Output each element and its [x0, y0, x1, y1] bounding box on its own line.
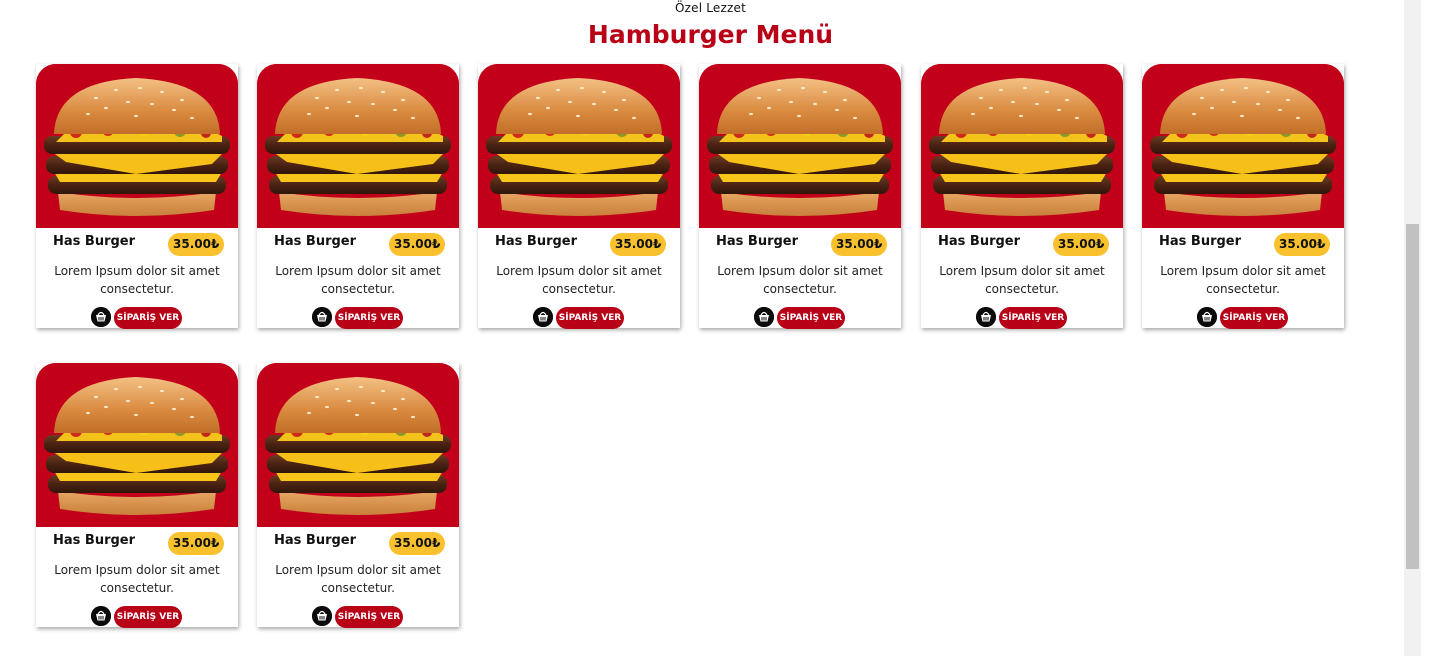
order-button[interactable]: SİPARİŞ VER: [1220, 307, 1288, 329]
burger-image: [921, 64, 1123, 228]
menu-card: Has Burger 35.00₺ Lorem Ipsum dolor sit …: [1142, 64, 1344, 329]
product-description: Lorem Ipsum dolor sit amet consectetur.: [717, 264, 883, 296]
burger-image: [478, 64, 680, 228]
scrollbar-thumb[interactable]: [1406, 224, 1419, 569]
basket-icon[interactable]: [91, 606, 111, 626]
product-description: Lorem Ipsum dolor sit amet consectetur.: [1160, 264, 1326, 296]
menu-card: Has Burger 35.00₺ Lorem Ipsum dolor sit …: [478, 64, 680, 329]
product-description: Lorem Ipsum dolor sit amet consectetur.: [939, 264, 1105, 296]
product-description: Lorem Ipsum dolor sit amet consectetur.: [275, 563, 441, 595]
price-badge: 35.00₺: [168, 233, 225, 256]
page: Özel Lezzet Hamburger Menü Has Burger 35…: [0, 0, 1421, 656]
product-name: Has Burger: [53, 533, 136, 548]
price-badge: 35.00₺: [610, 233, 667, 256]
menu-card: Has Burger 35.00₺ Lorem Ipsum dolor sit …: [921, 64, 1123, 329]
product-name: Has Burger: [274, 533, 357, 548]
price-badge: 35.00₺: [389, 233, 446, 256]
menu-card: Has Burger 35.00₺ Lorem Ipsum dolor sit …: [36, 64, 238, 329]
product-description: Lorem Ipsum dolor sit amet consectetur.: [496, 264, 662, 296]
basket-icon[interactable]: [312, 606, 332, 626]
burger-image: [257, 64, 459, 228]
product-name: Has Burger: [716, 234, 799, 249]
menu-card: Has Burger 35.00₺ Lorem Ipsum dolor sit …: [699, 64, 901, 329]
order-button[interactable]: SİPARİŞ VER: [335, 307, 403, 329]
product-name: Has Burger: [1159, 234, 1242, 249]
product-description: Lorem Ipsum dolor sit amet consectetur.: [275, 264, 441, 296]
price-badge: 35.00₺: [168, 532, 225, 555]
price-badge: 35.00₺: [831, 233, 888, 256]
product-name: Has Burger: [274, 234, 357, 249]
menu-card: Has Burger 35.00₺ Lorem Ipsum dolor sit …: [36, 363, 238, 628]
order-button[interactable]: SİPARİŞ VER: [556, 307, 624, 329]
order-button[interactable]: SİPARİŞ VER: [114, 606, 182, 628]
order-button[interactable]: SİPARİŞ VER: [999, 307, 1067, 329]
product-description: Lorem Ipsum dolor sit amet consectetur.: [54, 264, 220, 296]
basket-icon[interactable]: [754, 307, 774, 327]
menu-card: Has Burger 35.00₺ Lorem Ipsum dolor sit …: [257, 64, 459, 329]
basket-icon[interactable]: [976, 307, 996, 327]
price-badge: 35.00₺: [389, 532, 446, 555]
order-button[interactable]: SİPARİŞ VER: [777, 307, 845, 329]
burger-image: [1142, 64, 1344, 228]
section-eyebrow: Özel Lezzet: [674, 1, 747, 15]
basket-icon[interactable]: [91, 307, 111, 327]
burger-image: [36, 64, 238, 228]
product-name: Has Burger: [495, 234, 578, 249]
order-button[interactable]: SİPARİŞ VER: [114, 307, 182, 329]
basket-icon[interactable]: [533, 307, 553, 327]
vertical-scrollbar[interactable]: [1404, 0, 1421, 656]
basket-icon[interactable]: [1197, 307, 1217, 327]
price-badge: 35.00₺: [1274, 233, 1331, 256]
product-name: Has Burger: [53, 234, 136, 249]
product-name: Has Burger: [938, 234, 1021, 249]
product-description: Lorem Ipsum dolor sit amet consectetur.: [54, 563, 220, 595]
burger-image: [257, 363, 459, 527]
basket-icon[interactable]: [312, 307, 332, 327]
burger-image: [699, 64, 901, 228]
menu-card: Has Burger 35.00₺ Lorem Ipsum dolor sit …: [257, 363, 459, 628]
price-badge: 35.00₺: [1053, 233, 1110, 256]
page-title: Hamburger Menü: [587, 20, 834, 49]
burger-image: [36, 363, 238, 527]
order-button[interactable]: SİPARİŞ VER: [335, 606, 403, 628]
